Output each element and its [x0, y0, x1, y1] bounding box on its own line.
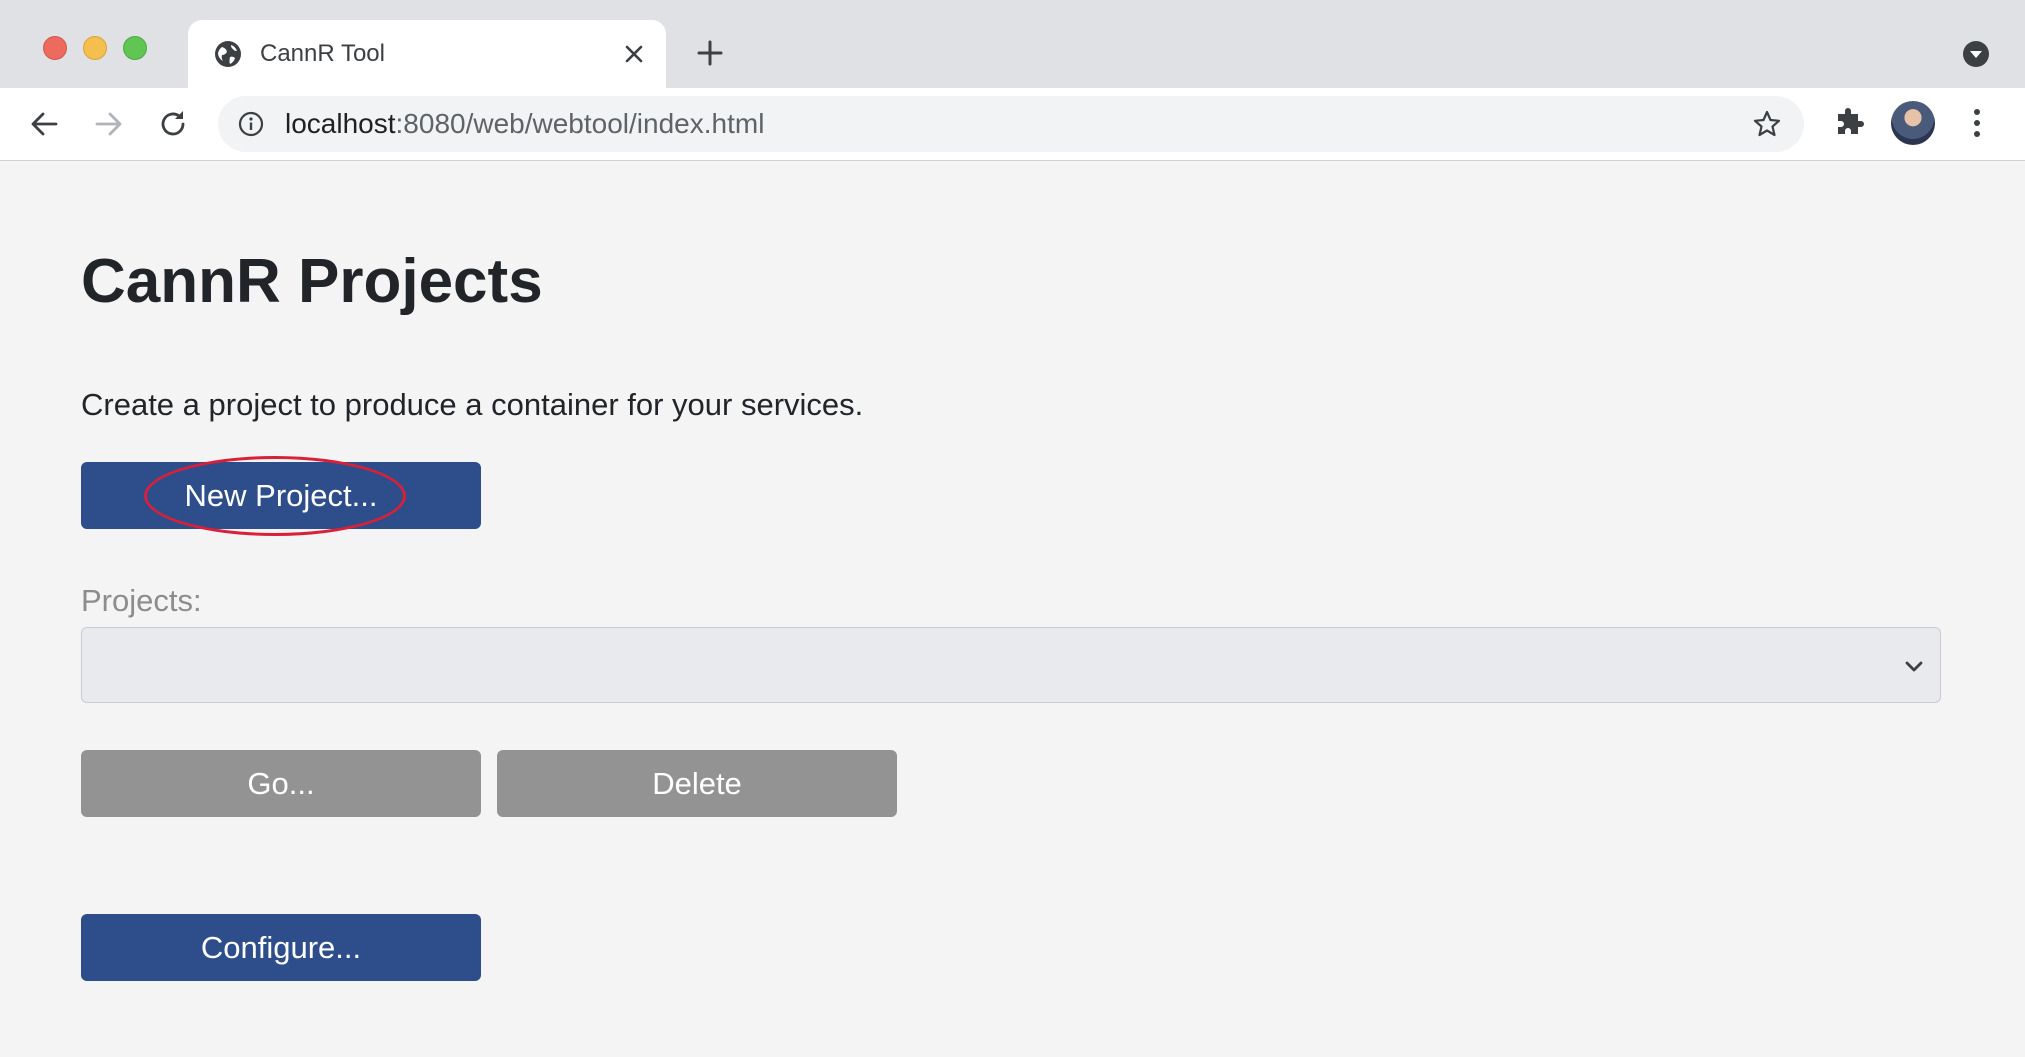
- tab-title: CannR Tool: [260, 40, 385, 67]
- delete-button[interactable]: Delete: [497, 750, 897, 817]
- info-icon[interactable]: [238, 111, 264, 137]
- reload-icon[interactable]: [156, 107, 190, 141]
- window-zoom-button[interactable]: [123, 36, 147, 60]
- page-content: CannR Projects Create a project to produ…: [0, 161, 2025, 1057]
- arrow-left-icon[interactable]: [27, 107, 61, 141]
- close-icon[interactable]: [622, 42, 646, 66]
- url-path: :8080/web/webtool/index.html: [395, 108, 765, 139]
- page-title: CannR Projects: [81, 247, 543, 316]
- url-text[interactable]: localhost:8080/web/webtool/index.html: [285, 109, 764, 139]
- chevron-down-icon: [1905, 661, 1923, 672]
- arrow-right-icon[interactable]: [92, 107, 126, 141]
- intro-text: Create a project to produce a container …: [81, 387, 864, 422]
- browser-toolbar: localhost:8080/web/webtool/index.html: [0, 88, 2025, 161]
- projects-select[interactable]: [81, 627, 1941, 703]
- globe-icon: [215, 41, 241, 67]
- chevron-down-circle-icon[interactable]: [1962, 40, 1990, 68]
- plus-icon[interactable]: [695, 38, 725, 68]
- avatar[interactable]: [1891, 101, 1935, 145]
- browser-titlebar: CannR Tool: [0, 0, 2025, 88]
- window-minimize-button[interactable]: [83, 36, 107, 60]
- new-project-button[interactable]: New Project...: [81, 462, 481, 529]
- address-bar[interactable]: localhost:8080/web/webtool/index.html: [218, 96, 1804, 152]
- puzzle-icon[interactable]: [1832, 104, 1866, 138]
- configure-button[interactable]: Configure...: [81, 914, 481, 981]
- star-icon[interactable]: [1752, 109, 1782, 139]
- browser-tab[interactable]: CannR Tool: [188, 20, 666, 88]
- projects-label: Projects:: [81, 583, 202, 618]
- kebab-icon[interactable]: [1962, 106, 1992, 140]
- url-host: localhost: [285, 108, 396, 139]
- window-close-button[interactable]: [43, 36, 67, 60]
- go-button[interactable]: Go...: [81, 750, 481, 817]
